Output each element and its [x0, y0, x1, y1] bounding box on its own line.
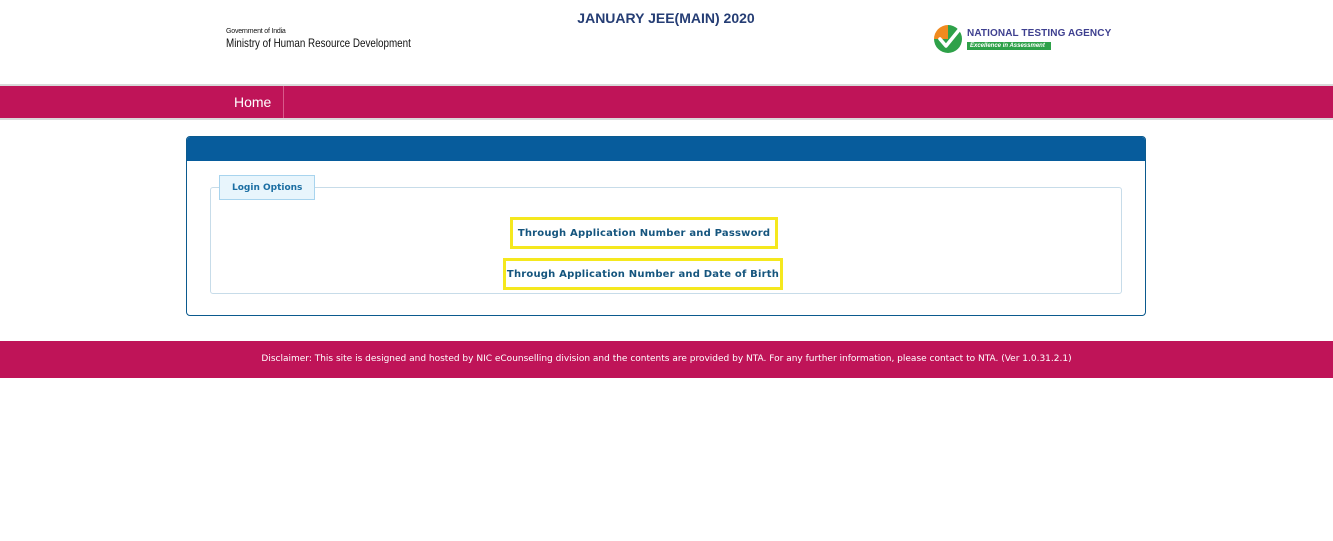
main-nav: Home — [0, 84, 1333, 120]
ministry-logo: Government of India Ministry of Human Re… — [222, 12, 411, 64]
checkmark-circle-logo-icon — [934, 25, 962, 53]
ministry-name: Ministry of Human Resource Development — [226, 35, 411, 50]
login-by-dob-link[interactable]: Through Application Number and Date of B… — [503, 258, 783, 290]
panel-header — [187, 137, 1145, 161]
footer-disclaimer: Disclaimer: This site is designed and ho… — [0, 341, 1333, 378]
login-by-password-link[interactable]: Through Application Number and Password — [510, 217, 778, 249]
nta-logo: NATIONAL TESTING AGENCY Excellence in As… — [932, 22, 1122, 56]
government-label: Government of India — [226, 27, 286, 35]
login-panel: Login Options Through Application Number… — [186, 136, 1146, 316]
nav-home-link[interactable]: Home — [222, 86, 285, 118]
site-header: Government of India Ministry of Human Re… — [0, 0, 1333, 84]
login-options-legend: Login Options — [219, 175, 316, 200]
nta-tagline: Excellence in Assessment — [967, 42, 1051, 50]
page-title: JANUARY JEE(MAIN) 2020 — [577, 10, 755, 26]
nta-name: NATIONAL TESTING AGENCY — [967, 28, 1112, 39]
